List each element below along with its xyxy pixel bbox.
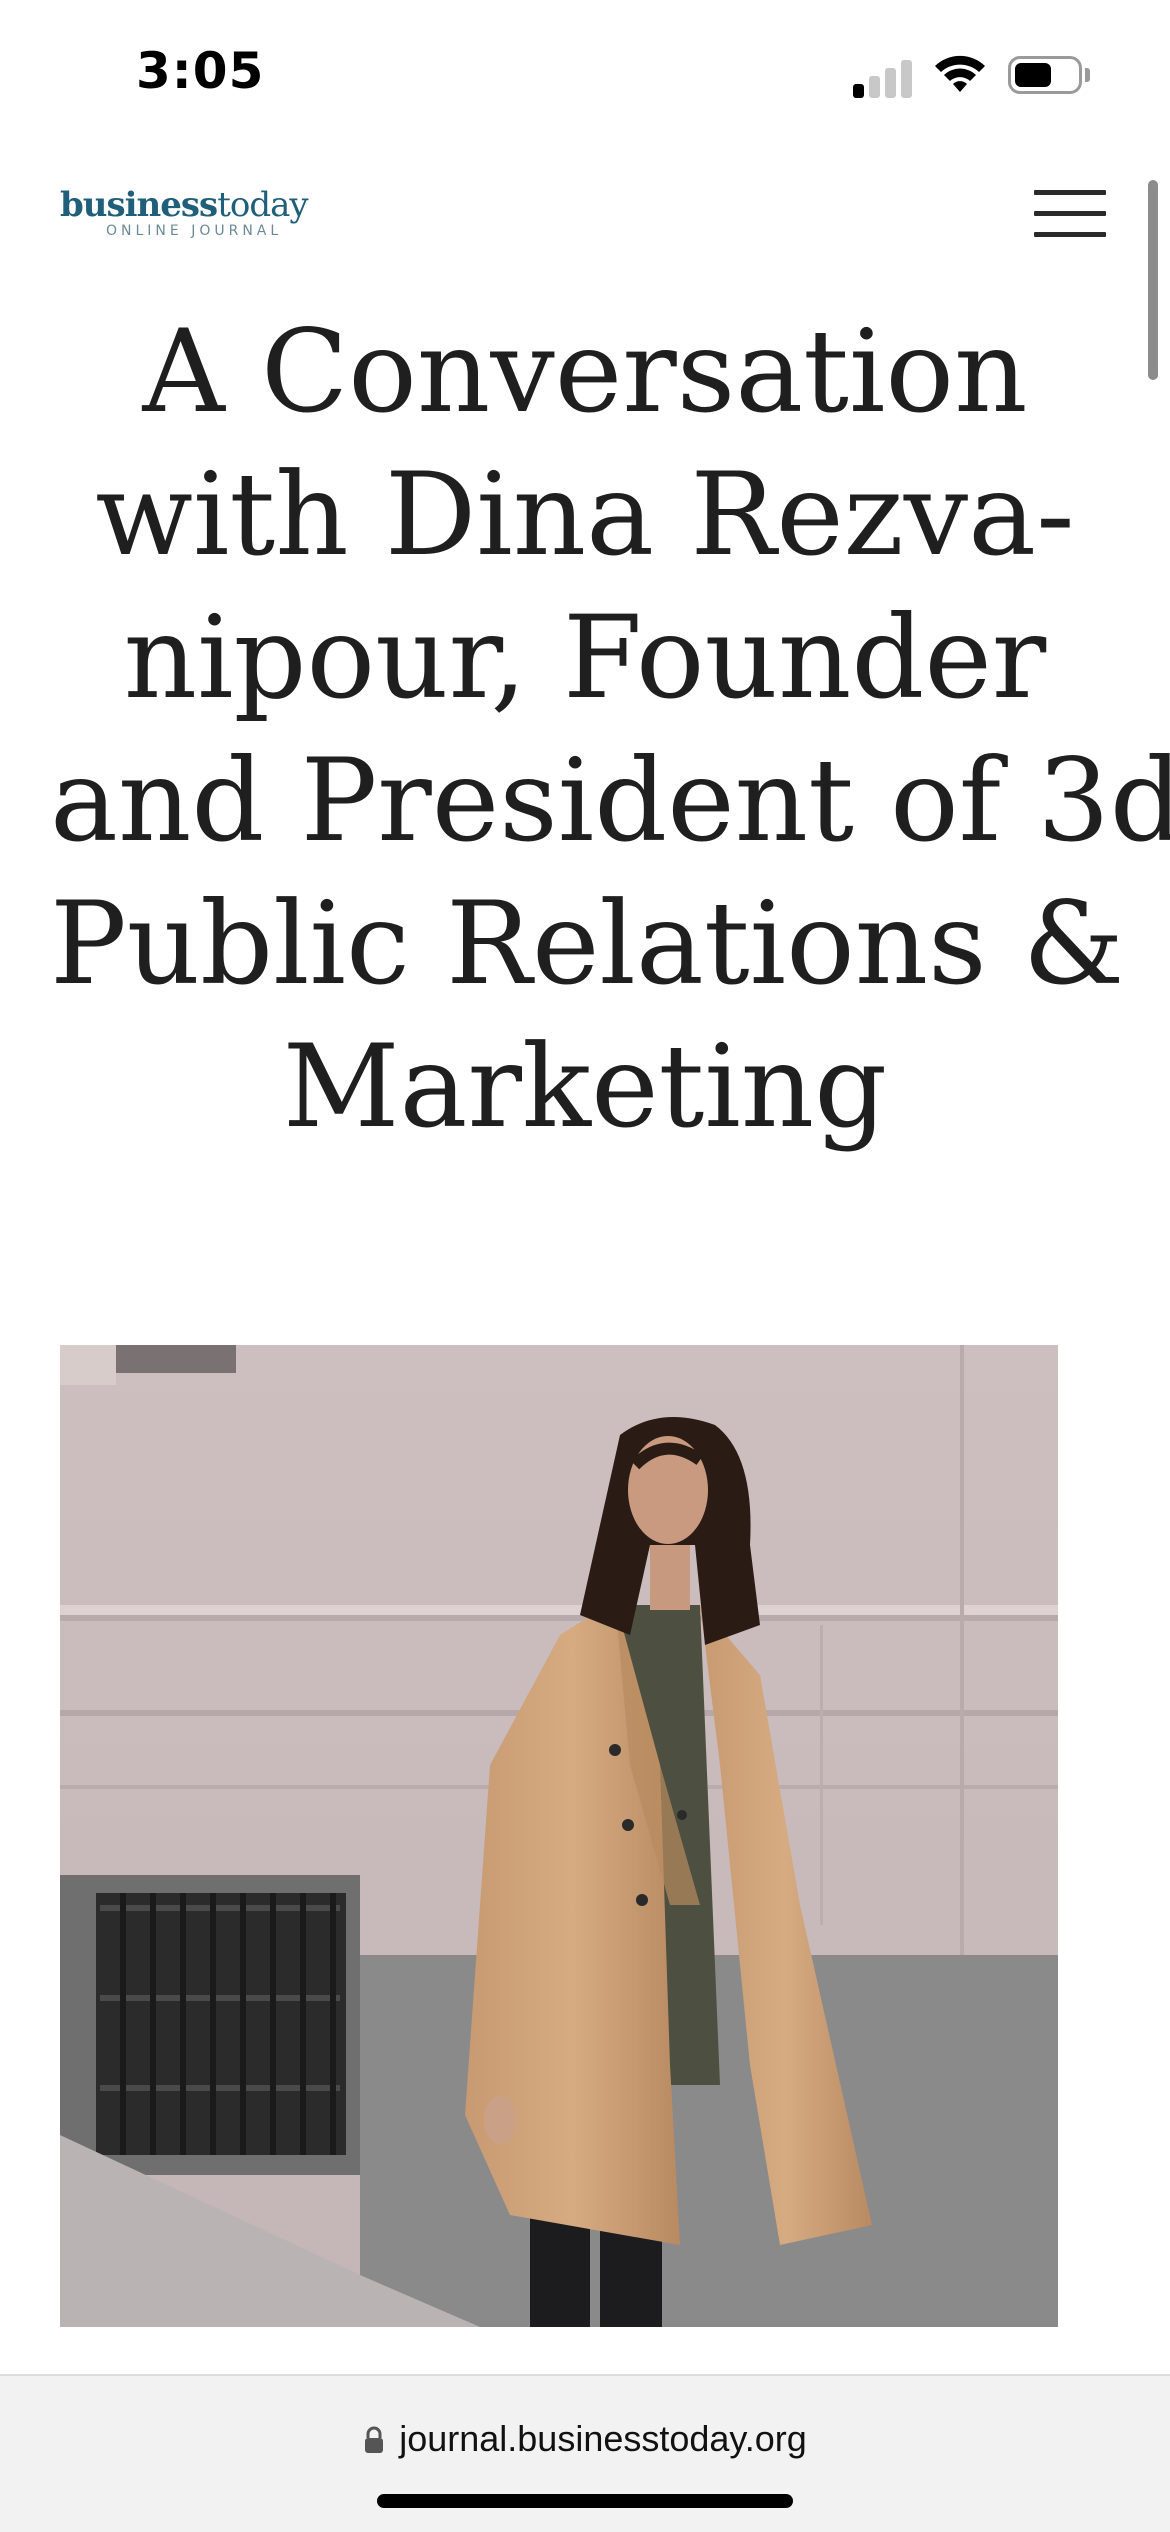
battery-icon (1008, 56, 1082, 94)
headline-line: Marketing (282, 1020, 888, 1153)
logo-word-business: business (60, 185, 218, 225)
headline-line: and President of 3d (50, 734, 1170, 867)
article-headline: A Conversation with Dina Rezva- nipour, … (50, 300, 1170, 1158)
headline-line: nipour, Founder (123, 591, 1047, 724)
battery-level (1015, 63, 1051, 87)
logo-subtitle: ONLINE JOURNAL (106, 223, 283, 239)
site-logo[interactable]: businesstoday ONLINE JOURNAL (60, 186, 320, 246)
headline-line: A Conversation (142, 305, 1028, 438)
logo-word-today: today (217, 185, 308, 225)
headline-line: with Dina Rezva- (95, 448, 1075, 581)
url-text[interactable]: journal.businesstoday.org (399, 2418, 807, 2459)
cellular-signal-icon (853, 56, 913, 98)
page-scrollbar[interactable] (1148, 180, 1158, 380)
woman-in-camel-coat-photo (60, 1345, 1058, 2327)
status-bar: 3:05 (0, 0, 1170, 150)
lock-icon (365, 2426, 384, 2453)
home-indicator[interactable] (377, 2494, 793, 2508)
hero-image (60, 1345, 1058, 2327)
battery-tip (1085, 68, 1090, 82)
status-time: 3:05 (136, 42, 265, 100)
wifi-icon (935, 55, 985, 92)
hamburger-menu-icon[interactable] (1034, 186, 1110, 242)
browser-url-bar[interactable]: journal.businesstoday.org (0, 2374, 1170, 2532)
headline-line: Public Relations & (50, 877, 1125, 1010)
